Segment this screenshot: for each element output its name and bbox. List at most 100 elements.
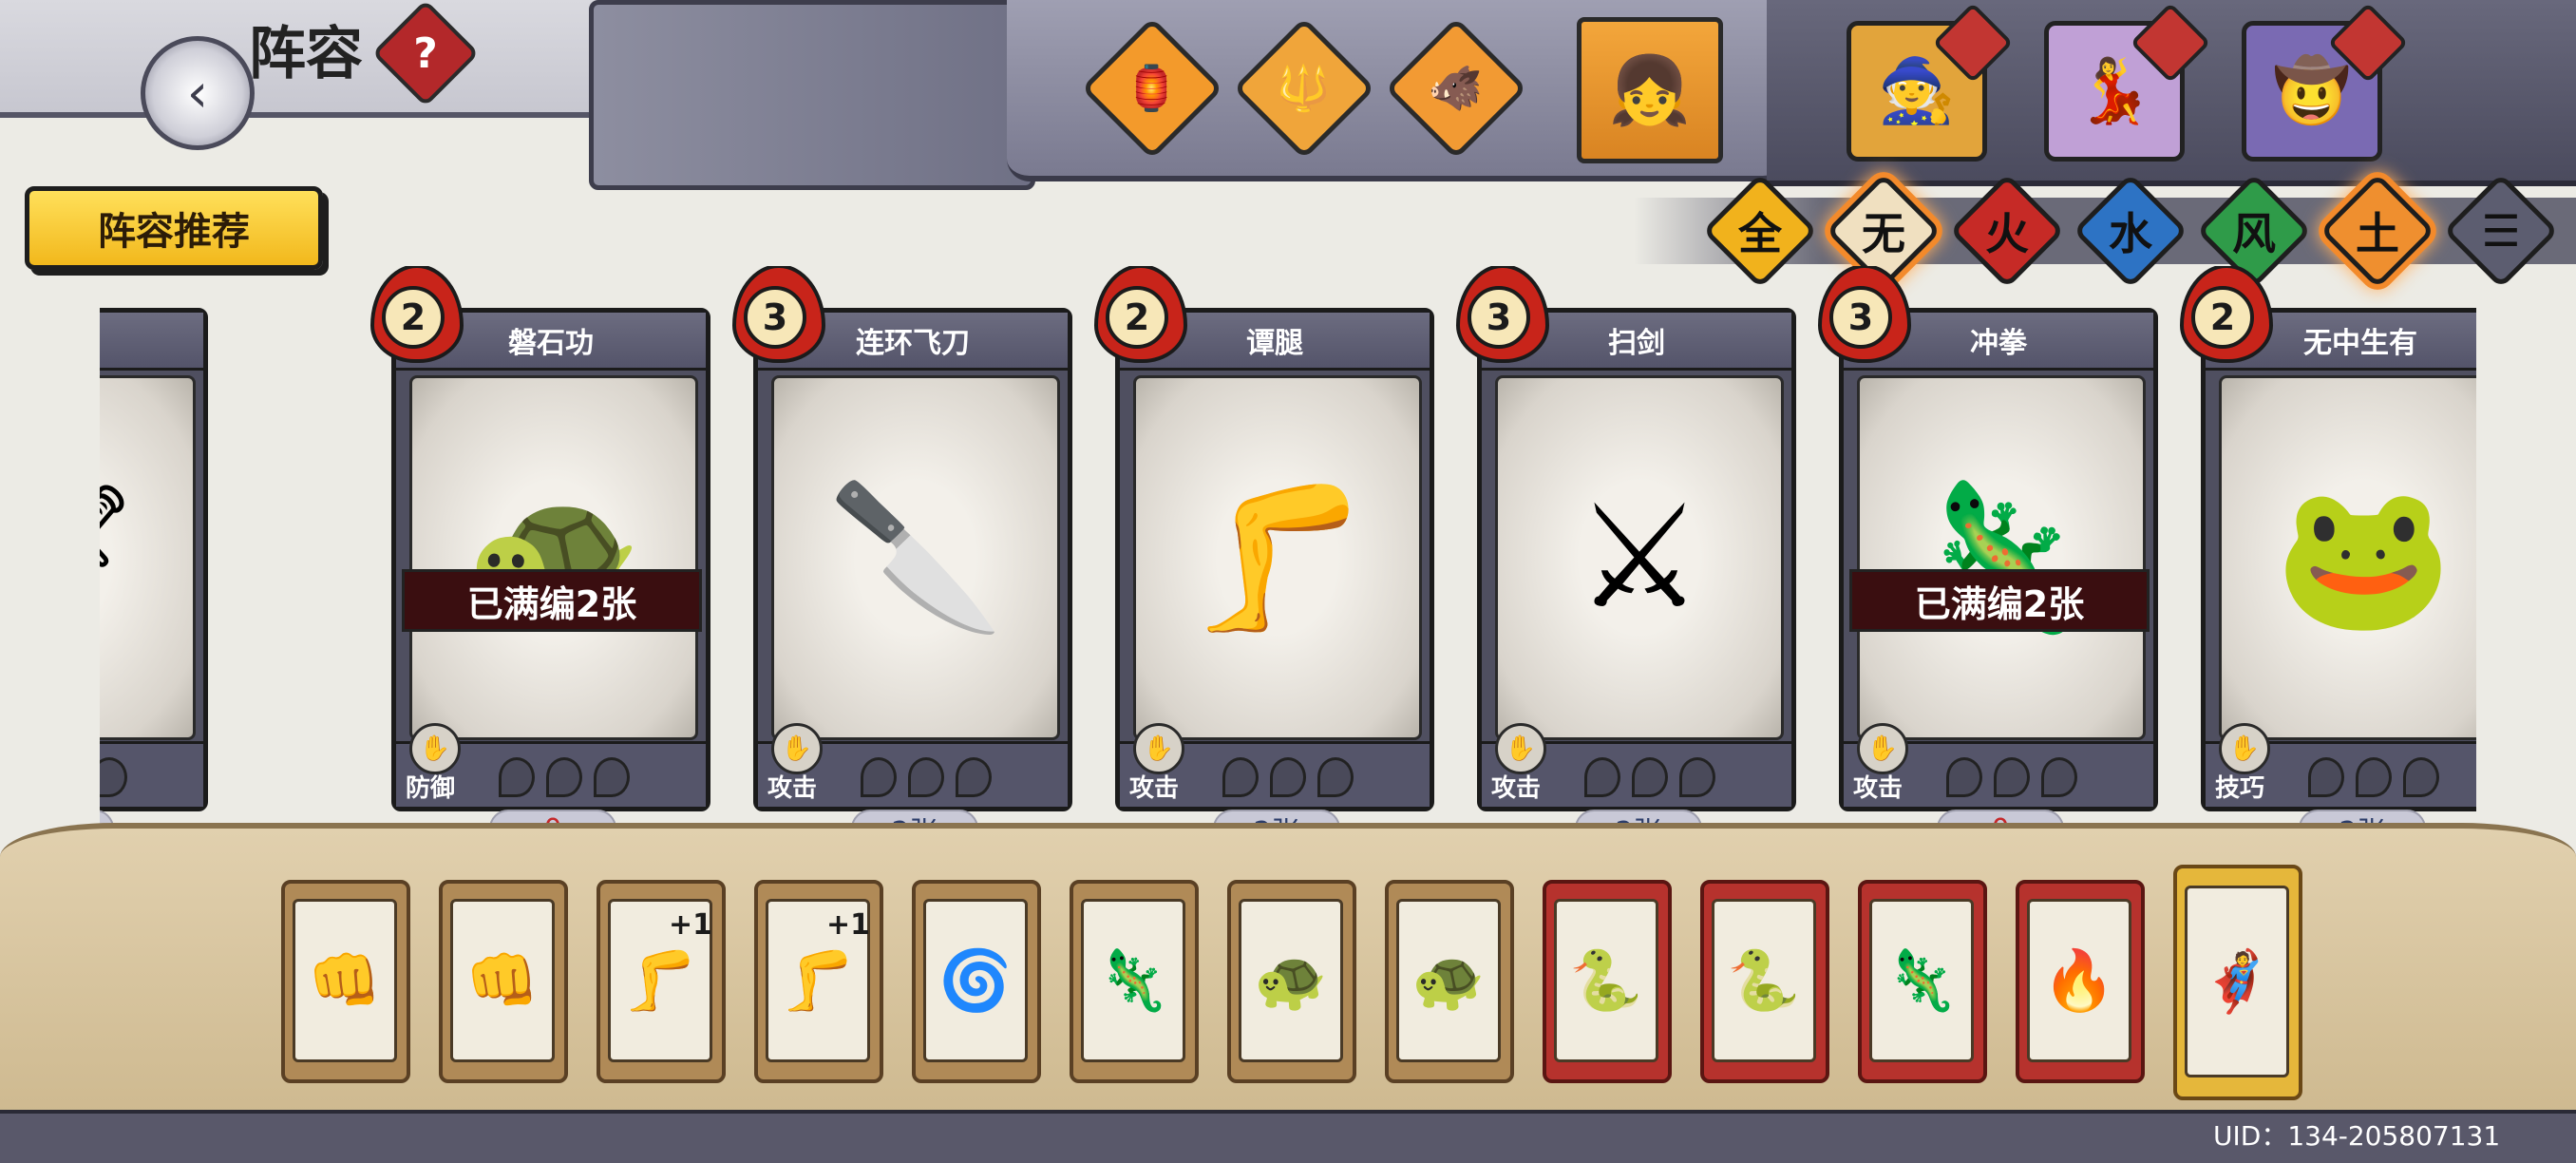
deck-card-art-icon: 🐍 xyxy=(1712,899,1816,1062)
skill-card[interactable]: 冲拳 🦎 已满编2张 ✋ 攻击 xyxy=(1839,308,2158,811)
skill-card[interactable]: 磐石功 🐢 已满编2张 ✋ 防御 xyxy=(391,308,710,811)
filter-label: 土 xyxy=(2356,208,2399,259)
card-type-label: 攻击 xyxy=(1853,774,1904,803)
deck-card[interactable]: 🐢 xyxy=(1385,880,1514,1083)
energy-slot-icon xyxy=(1946,757,1982,797)
cost-badge: 3 xyxy=(732,266,825,363)
filter-label: 风 xyxy=(2232,208,2276,259)
skill-card[interactable]: 连环飞刀 🔪 ✋ 攻击 xyxy=(753,308,1072,811)
skill-card[interactable]: 无中生有 🐸 ✋ 技巧 xyxy=(2201,308,2476,811)
deck-card[interactable]: 🔥 xyxy=(2016,880,2145,1083)
energy-slot-icon xyxy=(1994,757,2030,797)
red-gourd-icon: 🏮 xyxy=(1125,62,1180,114)
sword-hilt-decoration xyxy=(589,0,1035,190)
companion-avatar-icon: 🧙 xyxy=(1877,54,1957,127)
card-art: 🐢 xyxy=(409,375,698,740)
cost-badge: 3 xyxy=(1818,266,1911,363)
cost-badge: 3 xyxy=(1456,266,1549,363)
hero-portrait[interactable]: 👧 xyxy=(1577,17,1723,163)
card-list[interactable]: 袖箭🗡✋2张磐石功🐢已满编2张✋防御20连环飞刀🔪✋攻击32张谭腿🦵✋攻击22张… xyxy=(100,266,2476,855)
card-art-icon: 🔪 xyxy=(826,475,1005,640)
filter-label: 无 xyxy=(1862,208,1905,259)
deck-card-art-icon: 🦎 xyxy=(1081,899,1185,1062)
energy-slot-icon xyxy=(499,757,535,797)
energy-slots xyxy=(1584,757,1715,797)
deck-card[interactable]: 🦵 +1 xyxy=(754,880,883,1083)
energy-slots xyxy=(861,757,992,797)
energy-slot-icon xyxy=(2041,757,2077,797)
card-art: 🦎 xyxy=(1857,375,2146,740)
card-type-icon: ✋ xyxy=(771,723,823,774)
card-art-icon: 🗡 xyxy=(100,474,142,641)
energy-slots xyxy=(2308,757,2439,797)
card-type-icon: ✋ xyxy=(1133,723,1184,774)
cost-badge: 2 xyxy=(370,266,464,363)
deck-card[interactable]: 🦵 +1 xyxy=(597,880,726,1083)
card-type-label: 攻击 xyxy=(1491,774,1542,803)
hero-avatar-icon: 👧 xyxy=(1608,50,1692,129)
card-art-icon: 🐸 xyxy=(2274,475,2453,640)
energy-slot-icon xyxy=(1679,757,1715,797)
deck-card[interactable]: 🐢 xyxy=(1227,880,1356,1083)
deck-card[interactable]: 🌀 xyxy=(912,880,1041,1083)
card-type-label: 攻击 xyxy=(767,774,818,803)
energy-slots xyxy=(499,757,630,797)
card-art: 🗡 xyxy=(100,375,196,740)
card-type-label: 攻击 xyxy=(1129,774,1180,803)
card-art-icon: 🦵 xyxy=(1188,475,1367,640)
skill-card[interactable]: 袖箭 🗡 ✋ xyxy=(100,308,208,811)
companion-avatar-icon: 🤠 xyxy=(2272,54,2352,127)
deck-card[interactable]: 👊 xyxy=(281,880,410,1083)
cost-badge: 2 xyxy=(2180,266,2273,363)
cost-value: 3 xyxy=(744,286,806,349)
card-type-icon: ✋ xyxy=(409,723,461,774)
upgrade-marker: +1 xyxy=(825,908,870,942)
energy-slot-icon xyxy=(956,757,992,797)
deck-card-art-icon: 🌀 xyxy=(923,899,1028,1062)
filter-label: 全 xyxy=(1738,208,1782,259)
cost-badge: 2 xyxy=(1094,266,1187,363)
mace-weapon-icon: 🔱 xyxy=(1277,62,1332,114)
card-type-icon: ✋ xyxy=(2219,723,2270,774)
deck-card[interactable]: 🦎 xyxy=(1070,880,1199,1083)
boar-mask-icon: 🐗 xyxy=(1429,62,1484,114)
full-deck-banner: 已满编2张 xyxy=(1849,569,2150,632)
deck-card[interactable]: 🐍 xyxy=(1700,880,1829,1083)
help-icon: ? xyxy=(413,29,438,78)
energy-slot-icon xyxy=(1270,757,1306,797)
skill-card[interactable]: 谭腿 🦵 ✋ 攻击 xyxy=(1115,308,1434,811)
top-bar: ‹ 阵容 ? 🏮 🔱 🐗 👧 🧙 💃 🤠 xyxy=(0,0,2576,190)
deck-card-art-icon: 🐢 xyxy=(1396,899,1501,1062)
energy-slot-icon xyxy=(1632,757,1668,797)
card-type-label: 防御 xyxy=(406,774,456,803)
energy-slot-icon xyxy=(1584,757,1620,797)
filter-label: 火 xyxy=(1985,208,2029,259)
energy-slots xyxy=(1946,757,2077,797)
recommend-lineup-button[interactable]: 阵容推荐 xyxy=(25,186,323,270)
back-button[interactable]: ‹ xyxy=(141,36,255,150)
cost-value: 2 xyxy=(1106,286,1168,349)
card-art: 🦵 xyxy=(1133,375,1422,740)
filter-label: 水 xyxy=(2109,208,2152,259)
companion-portrait[interactable]: 💃 xyxy=(2044,2,2211,162)
cost-value: 3 xyxy=(1468,286,1530,349)
energy-slots xyxy=(1222,757,1354,797)
deck-card-art-icon: 🦸 xyxy=(2185,886,2289,1077)
full-deck-banner: 已满编2张 xyxy=(402,569,702,632)
deck-card-art-icon: 🐢 xyxy=(1239,899,1343,1062)
skill-card[interactable]: 扫剑 ⚔ ✋ 攻击 xyxy=(1477,308,1796,811)
footer-bar xyxy=(0,1110,2576,1163)
deck-card[interactable]: 🐍 xyxy=(1543,880,1672,1083)
card-art: 🔪 xyxy=(771,375,1060,740)
companion-portrait[interactable]: 🧙 xyxy=(1847,2,2014,162)
deck-card-art-icon: 🐍 xyxy=(1554,899,1658,1062)
deck-card[interactable]: 👊 xyxy=(439,880,568,1083)
deck-card[interactable]: 🦸 xyxy=(2173,865,2302,1100)
companion-portrait[interactable]: 🤠 xyxy=(2242,2,2409,162)
cost-value: 2 xyxy=(382,286,445,349)
card-footer: ✋ xyxy=(100,741,203,807)
card-type-icon: ✋ xyxy=(1857,723,1908,774)
deck-card-art-icon: 🔥 xyxy=(2027,899,2131,1062)
energy-slot-icon xyxy=(861,757,897,797)
deck-card[interactable]: 🦎 xyxy=(1858,880,1987,1083)
